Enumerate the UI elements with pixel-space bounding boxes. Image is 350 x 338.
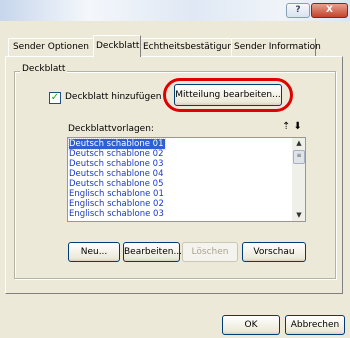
list-item[interactable]: Englisch schablone 01 [69,189,164,199]
list-item[interactable]: Deutsch schablone 03 [69,159,163,169]
list-item[interactable]: Deutsch schablone 01 [68,138,167,150]
highlight-ring [163,78,293,112]
close-button[interactable]: X [311,3,348,18]
scroll-down-icon[interactable]: ▼ [293,210,305,220]
tab-echtheitsbestaetigung[interactable]: Echtheitsbestätigung [140,38,239,56]
delete-button[interactable]: Löschen [182,242,238,262]
list-item[interactable]: Englisch schablone 03 [69,209,164,219]
edit-button[interactable]: Bearbeiten... [123,242,182,262]
tab-sender-information[interactable]: Sender Information [231,38,321,56]
new-button[interactable]: Neu... [68,242,120,262]
cancel-button[interactable]: Abbrechen [285,315,345,335]
checkbox-label[interactable]: Deckblatt hinzufügen [65,92,161,102]
tab-sender-optionen[interactable]: Sender Optionen [8,38,94,56]
ok-button[interactable]: OK [222,315,280,335]
templates-listbox[interactable]: Deutsch schablone 01 Deutsch schablone 0… [67,137,306,222]
tab-deckblatt[interactable]: Deckblatt [93,35,141,57]
deckblatt-checkbox[interactable]: ✓ [49,92,61,104]
list-item[interactable]: Deutsch schablone 02 [69,149,163,159]
templates-label: Deckblattvorlagen: [68,124,154,134]
preview-button[interactable]: Vorschau [242,242,306,262]
list-item[interactable]: Deutsch schablone 04 [69,169,163,179]
list-item[interactable]: Deutsch schablone 05 [69,179,163,189]
groupbox-title: Deckblatt [20,64,68,74]
list-item[interactable]: Englisch schablone 02 [69,199,164,209]
help-button[interactable]: ? [286,3,310,18]
scroll-up-icon[interactable]: ▲ [293,138,305,148]
sort-icons[interactable]: ⇡ ⬇ [282,122,306,134]
scroll-thumb[interactable]: ≡ [293,150,305,164]
